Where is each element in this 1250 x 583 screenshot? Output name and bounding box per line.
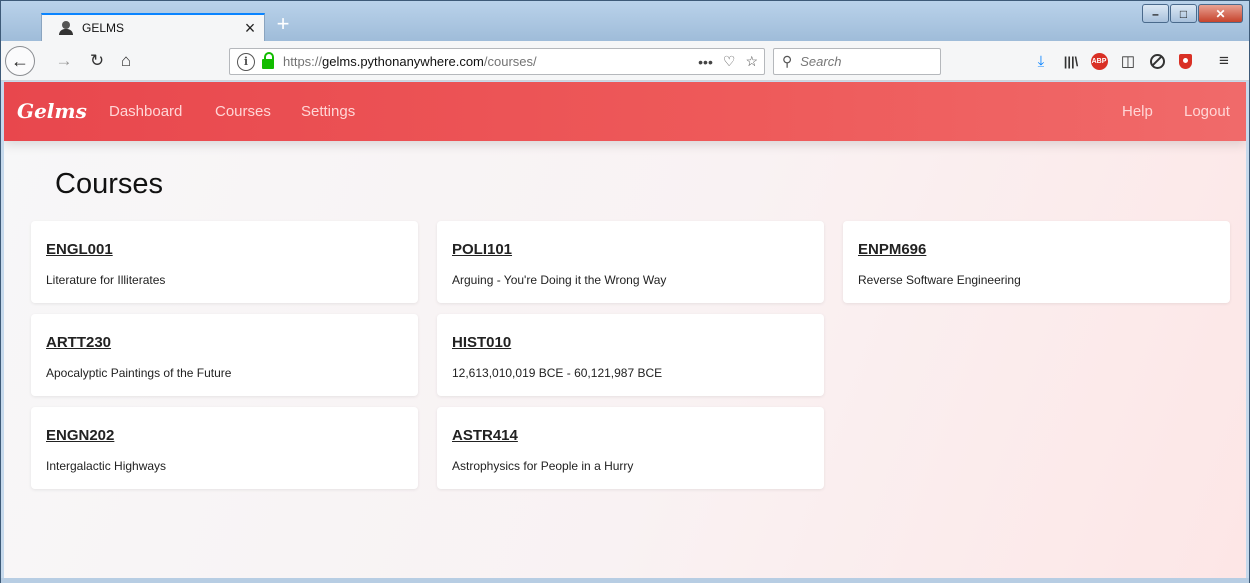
arrow-right-icon: → [55, 51, 73, 70]
sidebar-button[interactable]: ◫ [1118, 51, 1138, 71]
menu-button[interactable]: ≡ [1214, 51, 1234, 71]
user-favicon-icon [58, 20, 74, 36]
course-card[interactable]: ASTR414 Astrophysics for People in a Hur… [437, 407, 824, 489]
reload-icon: ↻ [89, 51, 105, 70]
url-actions: ••• ♡ ☆ [688, 53, 758, 70]
tab-title: GELMS [82, 21, 125, 35]
library-icon: |||\ [1063, 53, 1079, 69]
download-icon: ⤓ [1037, 52, 1045, 70]
url-text[interactable]: https://gelms.pythonanywhere.com/courses… [283, 54, 688, 69]
maximize-icon: □ [1179, 6, 1188, 21]
course-code-link[interactable]: ARTT230 [46, 334, 111, 351]
forward-button[interactable]: → [53, 50, 75, 72]
course-card[interactable]: ENPM696 Reverse Software Engineering [843, 221, 1230, 303]
course-name: Intergalactic Highways [46, 459, 167, 473]
reload-button[interactable]: ↻ [86, 50, 108, 72]
course-name: Apocalyptic Paintings of the Future [46, 366, 232, 380]
course-name: Reverse Software Engineering [858, 273, 1021, 287]
search-icon: ⚲ [782, 53, 793, 69]
arrow-left-icon: ← [11, 50, 29, 71]
library-button[interactable]: |||\ [1061, 51, 1081, 71]
nav-help[interactable]: Help [1122, 103, 1153, 120]
home-icon: ⌂ [120, 51, 132, 70]
info-icon[interactable]: i [237, 52, 255, 71]
course-code-link[interactable]: ENPM696 [858, 241, 926, 258]
lock-icon[interactable] [262, 52, 274, 69]
window-bottom-border [1, 578, 1249, 583]
adblock-button[interactable]: ABP [1089, 51, 1109, 71]
url-protocol: https:// [283, 54, 323, 69]
close-window-button[interactable]: ✕ [1198, 4, 1243, 23]
downloads-button[interactable]: ⤓ [1031, 51, 1051, 71]
brand-logo[interactable]: Gelms [17, 99, 87, 123]
close-tab-icon[interactable]: × [236, 19, 264, 37]
back-button[interactable]: ← [5, 46, 35, 76]
window-controls: – □ ✕ [1141, 4, 1243, 23]
shield-icon [1178, 53, 1192, 69]
course-code-link[interactable]: ENGL001 [46, 241, 113, 258]
title-bar: GELMS × + – □ ✕ [1, 1, 1249, 41]
privacy-badger-button[interactable] [1175, 51, 1195, 71]
close-icon: ✕ [1215, 6, 1226, 21]
url-path: /courses/ [483, 54, 537, 69]
home-button[interactable]: ⌂ [115, 50, 137, 72]
nav-dashboard[interactable]: Dashboard [109, 103, 182, 120]
block-button[interactable] [1147, 51, 1167, 71]
page-actions-icon[interactable]: ••• [698, 54, 713, 70]
browser-window: GELMS × + – □ ✕ ← → ↻ ⌂ i https://gelms.… [0, 0, 1250, 583]
hamburger-menu-icon: ≡ [1219, 51, 1229, 70]
course-code-link[interactable]: ASTR414 [452, 427, 518, 444]
adblock-icon: ABP [1090, 52, 1108, 70]
new-tab-button[interactable]: + [271, 13, 295, 37]
page-viewport: Gelms Dashboard Courses Settings Help Lo… [4, 82, 1246, 578]
course-name: Arguing - You're Doing it the Wrong Way [452, 273, 667, 287]
course-code-link[interactable]: ENGN202 [46, 427, 114, 444]
nav-courses[interactable]: Courses [215, 103, 271, 120]
course-name: Literature for Illiterates [46, 273, 166, 287]
tab-gelms[interactable]: GELMS × [41, 13, 265, 41]
minimize-button[interactable]: – [1142, 4, 1169, 23]
block-icon [1149, 53, 1165, 69]
course-card[interactable]: HIST010 12,613,010,019 BCE - 60,121,987 … [437, 314, 824, 396]
course-name: Astrophysics for People in a Hurry [452, 459, 634, 473]
course-card[interactable]: ARTT230 Apocalyptic Paintings of the Fut… [31, 314, 418, 396]
url-host: gelms.pythonanywhere.com [322, 54, 484, 69]
nav-settings[interactable]: Settings [301, 103, 355, 120]
sidebar-icon: ◫ [1120, 53, 1136, 70]
app-navbar: Gelms Dashboard Courses Settings Help Lo… [4, 82, 1246, 141]
maximize-button[interactable]: □ [1170, 4, 1197, 23]
search-input[interactable] [800, 54, 931, 69]
course-code-link[interactable]: POLI101 [452, 241, 512, 258]
nav-logout[interactable]: Logout [1184, 103, 1230, 120]
bookmark-star-icon[interactable]: ☆ [745, 53, 758, 70]
pocket-icon[interactable]: ♡ [723, 53, 736, 70]
course-card[interactable]: ENGL001 Literature for Illiterates [31, 221, 418, 303]
course-card[interactable]: POLI101 Arguing - You're Doing it the Wr… [437, 221, 824, 303]
navigation-toolbar: ← → ↻ ⌂ i https://gelms.pythonanywhere.c… [1, 41, 1249, 81]
page-title: Courses [55, 168, 163, 200]
course-card[interactable]: ENGN202 Intergalactic Highways [31, 407, 418, 489]
search-bar[interactable]: ⚲ [773, 48, 941, 75]
course-name: 12,613,010,019 BCE - 60,121,987 BCE [452, 366, 663, 380]
minimize-icon: – [1152, 6, 1159, 21]
url-bar[interactable]: i https://gelms.pythonanywhere.com/cours… [229, 48, 765, 75]
course-code-link[interactable]: HIST010 [452, 334, 511, 351]
